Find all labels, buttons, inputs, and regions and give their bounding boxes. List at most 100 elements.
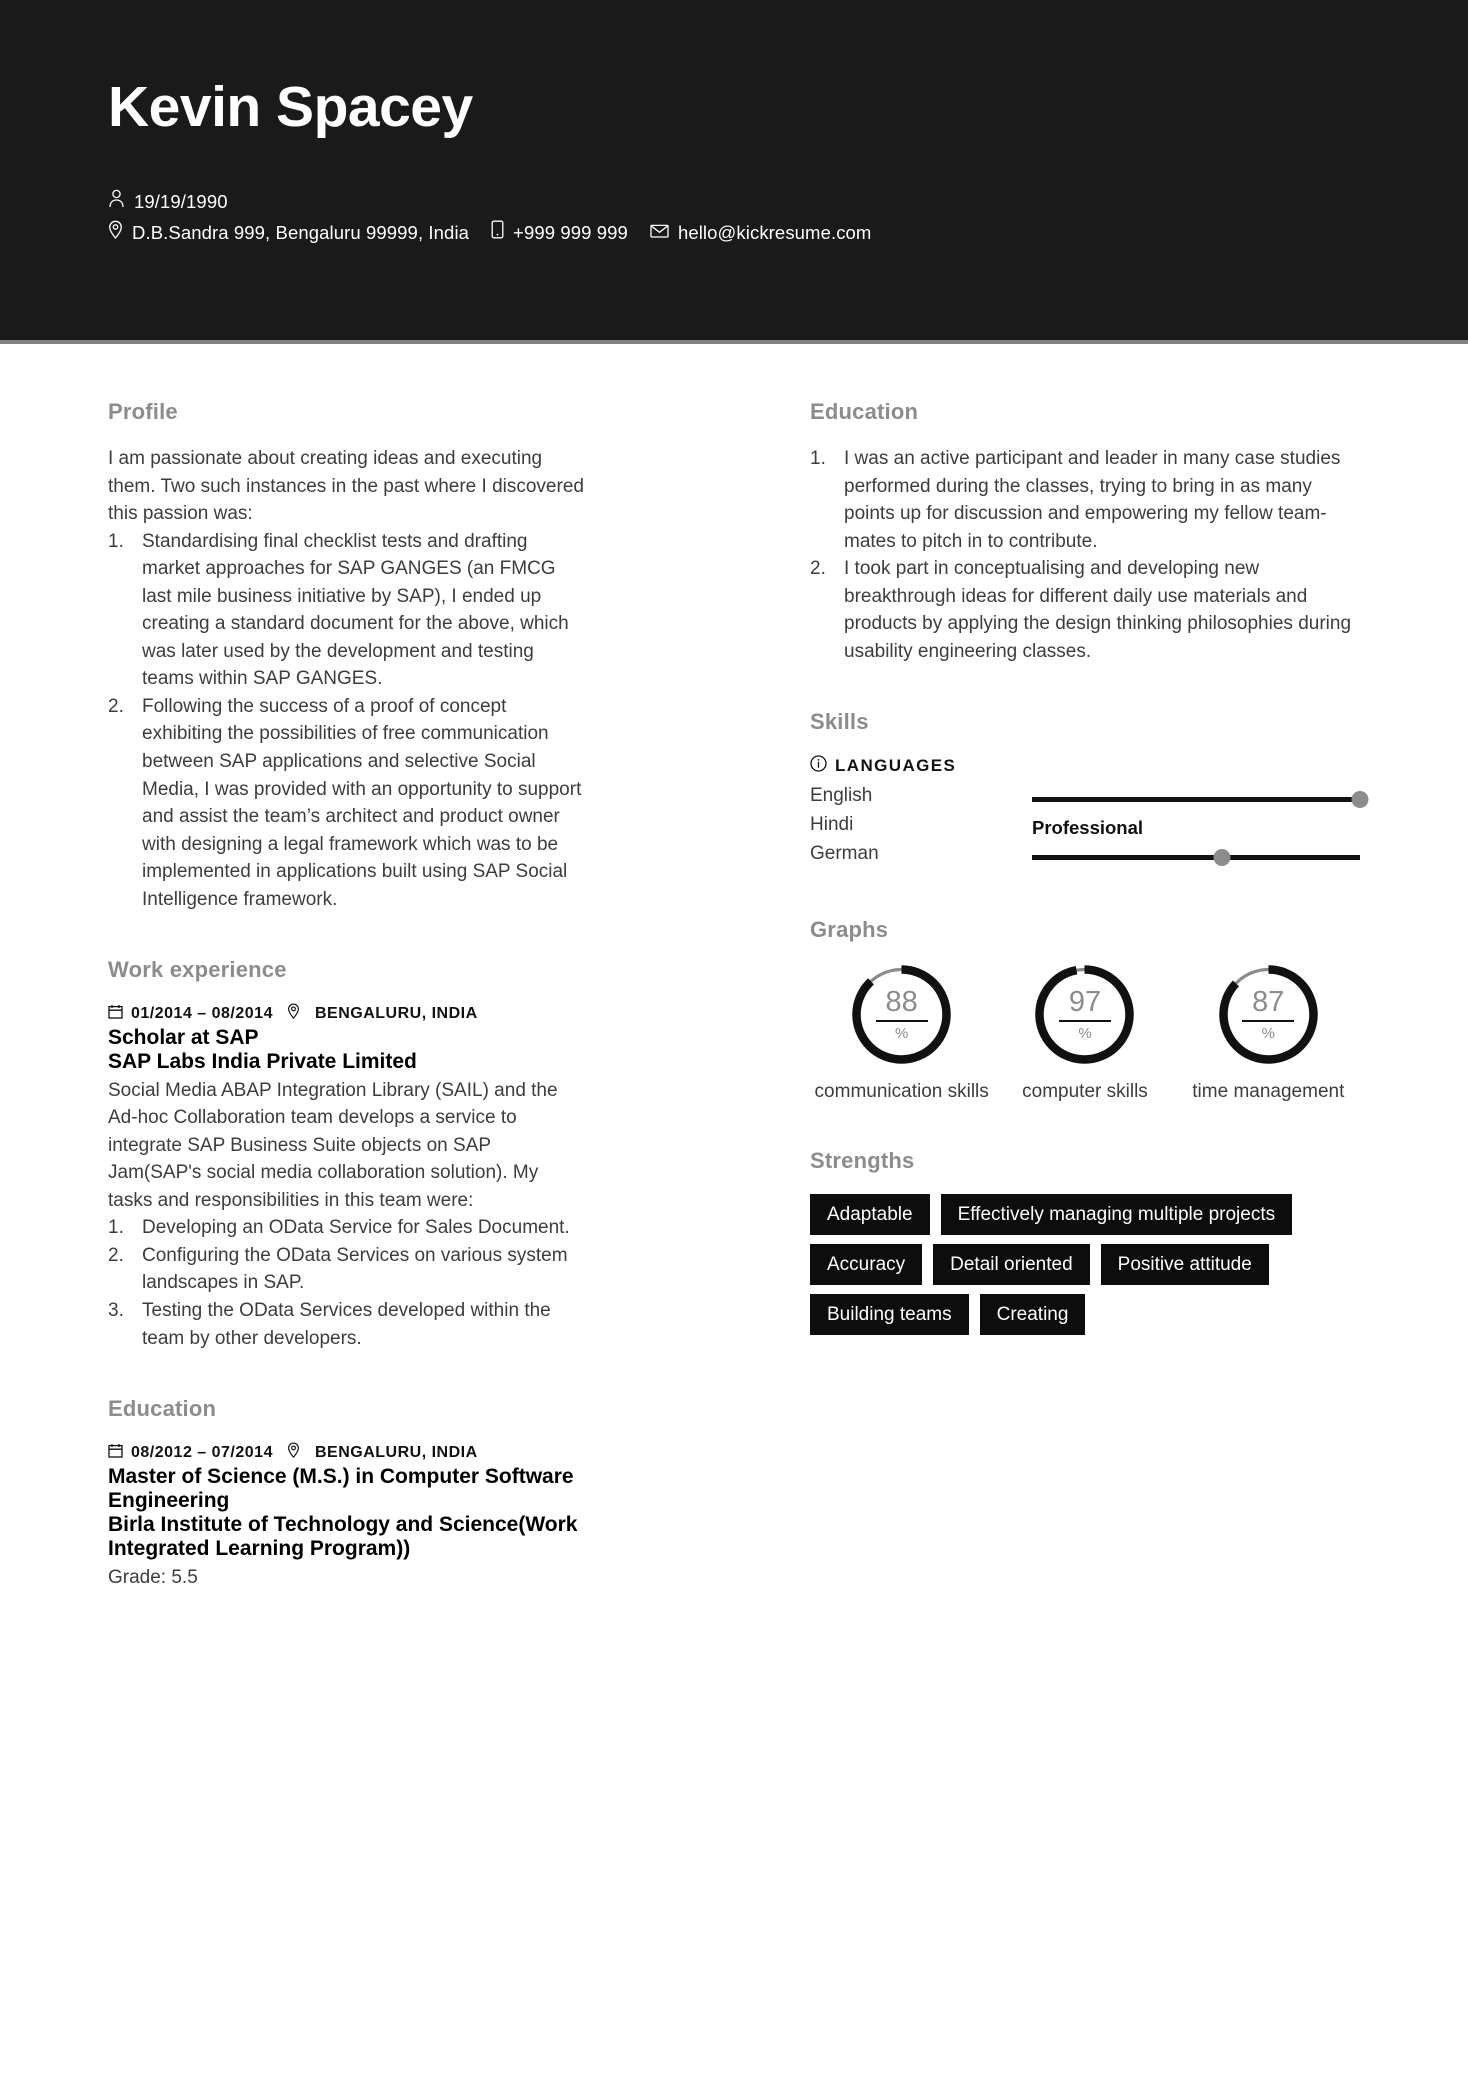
contact-row-birthdate: 19/19/1990: [108, 188, 1468, 216]
donut-ring: 97 %: [1033, 963, 1136, 1066]
donut-unit: %: [894, 1024, 909, 1042]
left-column: Profile I am passionate about creating i…: [0, 399, 605, 1635]
email-item: hello@kickresume.com: [650, 219, 872, 247]
donut-label: computer skills: [1022, 1081, 1148, 1103]
phone-text: +999 999 999: [513, 221, 628, 243]
work-entry-meta: 01/2014 – 08/2014 BENGALURU, INDIA: [108, 1003, 587, 1024]
donut-unit: %: [1261, 1024, 1275, 1042]
work-location: BENGALURU, INDIA: [314, 1004, 478, 1022]
education-entry-meta: 08/2012 – 07/2014 BENGALURU, INDIA: [108, 1442, 587, 1463]
section-graphs: Graphs 88 % communication skills 97 % co…: [810, 917, 1360, 1104]
donut-value: 88: [875, 987, 928, 1022]
strength-tag: Positive attitude: [1100, 1244, 1269, 1286]
section-title-profile: Profile: [108, 399, 178, 424]
work-position: Scholar at SAP: [108, 1026, 259, 1050]
education-grade: Grade: 5.5: [108, 1566, 198, 1588]
language-name: English: [810, 785, 873, 807]
list-item: I took part in conceptualising and devel…: [810, 555, 1352, 662]
strength-tag: Creating: [979, 1294, 1086, 1336]
donut-chart-row: 88 % communication skills 97 % computer …: [810, 963, 1360, 1104]
donut-ring: 87 %: [1217, 963, 1320, 1066]
language-slider-list: Professional: [1032, 781, 1369, 873]
language-name-list: English Hindi German: [810, 781, 1032, 868]
slider-knob[interactable]: [1213, 849, 1231, 867]
donut-chart: 97 % computer skills: [993, 963, 1176, 1104]
education-school: Birla Institute of Technology and Scienc…: [108, 1513, 578, 1561]
section-title-strengths: Strengths: [810, 1148, 915, 1174]
work-task-list: Developing an OData Service for Sales Do…: [108, 1214, 587, 1352]
slider-track: [1032, 797, 1360, 803]
list-item: Standardising final checklist tests and …: [108, 528, 569, 690]
section-title-graphs: Graphs: [810, 917, 889, 943]
donut-center-label: 88 %: [850, 963, 953, 1066]
language-slider[interactable]: [1032, 786, 1369, 815]
education-entry: 08/2012 – 07/2014 BENGALURU, INDIA Maste…: [108, 1442, 587, 1591]
donut-value: 87: [1242, 987, 1295, 1022]
page-title: Kevin Spacey: [108, 75, 473, 139]
list-item: Configuring the OData Services on variou…: [108, 1242, 568, 1294]
donut-ring: 88 %: [850, 963, 953, 1066]
language-name: German: [810, 843, 879, 865]
address-item: D.B.Sandra 999, Bengaluru 99999, India: [108, 219, 469, 247]
strength-tag-list: Adaptable Effectively managing multiple …: [810, 1194, 1360, 1336]
language-slider[interactable]: [1032, 844, 1360, 873]
donut-label: communication skills: [814, 1081, 989, 1103]
profile-intro: I am passionate about creating ideas and…: [108, 448, 584, 525]
right-column: Education I was an active participant an…: [605, 399, 1468, 1635]
education-location: BENGALURU, INDIA: [314, 1443, 478, 1461]
list-item: Testing the OData Services developed wit…: [108, 1297, 551, 1349]
map-pin-icon: [287, 1442, 308, 1463]
work-entry: 01/2014 – 08/2014 BENGALURU, INDIA Schol…: [108, 1003, 587, 1352]
map-pin-icon: [287, 1003, 308, 1024]
education-dates: 08/2012 – 07/2014: [131, 1443, 273, 1461]
section-title-work-experience: Work experience: [108, 957, 287, 983]
list-item: Following the success of a proof of conc…: [108, 693, 582, 910]
strength-tag: Adaptable: [810, 1194, 930, 1236]
skills-group-label: LANGUAGES: [835, 756, 957, 776]
resume-header: Kevin Spacey 19/19/1990 D.B.Sandra 999, …: [0, 0, 1468, 340]
section-education-right: Education I was an active participant an…: [810, 399, 1360, 665]
profile-list: Standardising final checklist tests and …: [108, 528, 587, 914]
mail-icon: [650, 219, 678, 247]
section-title-education-right: Education: [810, 399, 919, 424]
map-pin-icon: [108, 219, 132, 247]
phone-icon: [491, 219, 513, 247]
calendar-icon: [108, 1443, 131, 1463]
birthdate-item: 19/19/1990: [108, 188, 228, 216]
slider-knob[interactable]: [1351, 791, 1369, 809]
contact-row-details: D.B.Sandra 999, Bengaluru 99999, India +…: [108, 219, 1468, 247]
strength-tag: Effectively managing multiple projects: [940, 1194, 1293, 1236]
donut-unit: %: [1078, 1024, 1092, 1042]
resume-body: Profile I am passionate about creating i…: [0, 344, 1468, 1635]
donut-value: 97: [1058, 987, 1111, 1022]
donut-center-label: 87 %: [1217, 963, 1320, 1066]
language-level-label: Professional: [1032, 817, 1144, 839]
section-title-skills: Skills: [810, 709, 869, 735]
section-skills: Skills LANGUAGES English Hindi German Pr…: [810, 709, 1369, 873]
section-strengths: Strengths Adaptable Effectively managing…: [810, 1148, 1360, 1336]
phone-item: +999 999 999: [491, 219, 628, 247]
person-icon: [108, 188, 134, 216]
section-work-experience: Work experience 01/2014 – 08/2014 BENGAL…: [108, 957, 587, 1352]
resume-page: Kevin Spacey 19/19/1990 D.B.Sandra 999, …: [0, 0, 1468, 2076]
birthdate-text: 19/19/1990: [134, 190, 228, 212]
strength-tag: Accuracy: [810, 1244, 923, 1286]
section-education-left: Education 08/2012 – 07/2014 BENGALURU, I…: [108, 1396, 587, 1591]
donut-label: time management: [1192, 1081, 1345, 1103]
list-item: I was an active participant and leader i…: [810, 445, 1341, 552]
work-description: Social Media ABAP Integration Library (S…: [108, 1079, 558, 1211]
donut-chart: 88 % communication skills: [810, 963, 993, 1104]
donut-chart: 87 % time management: [1177, 963, 1360, 1104]
info-icon: [810, 755, 835, 777]
calendar-icon: [108, 1004, 131, 1024]
list-item: Developing an OData Service for Sales Do…: [108, 1214, 570, 1241]
address-text: D.B.Sandra 999, Bengaluru 99999, India: [132, 221, 470, 243]
education-highlights-list: I was an active participant and leader i…: [810, 445, 1360, 665]
language-name: Hindi: [810, 814, 854, 836]
skills-group-languages: LANGUAGES: [810, 755, 1360, 777]
work-dates: 01/2014 – 08/2014: [131, 1004, 273, 1022]
section-profile: Profile I am passionate about creating i…: [108, 399, 587, 913]
strength-tag: Building teams: [810, 1294, 969, 1336]
strength-tag: Detail oriented: [933, 1244, 1090, 1286]
slider-track: [1032, 855, 1360, 861]
